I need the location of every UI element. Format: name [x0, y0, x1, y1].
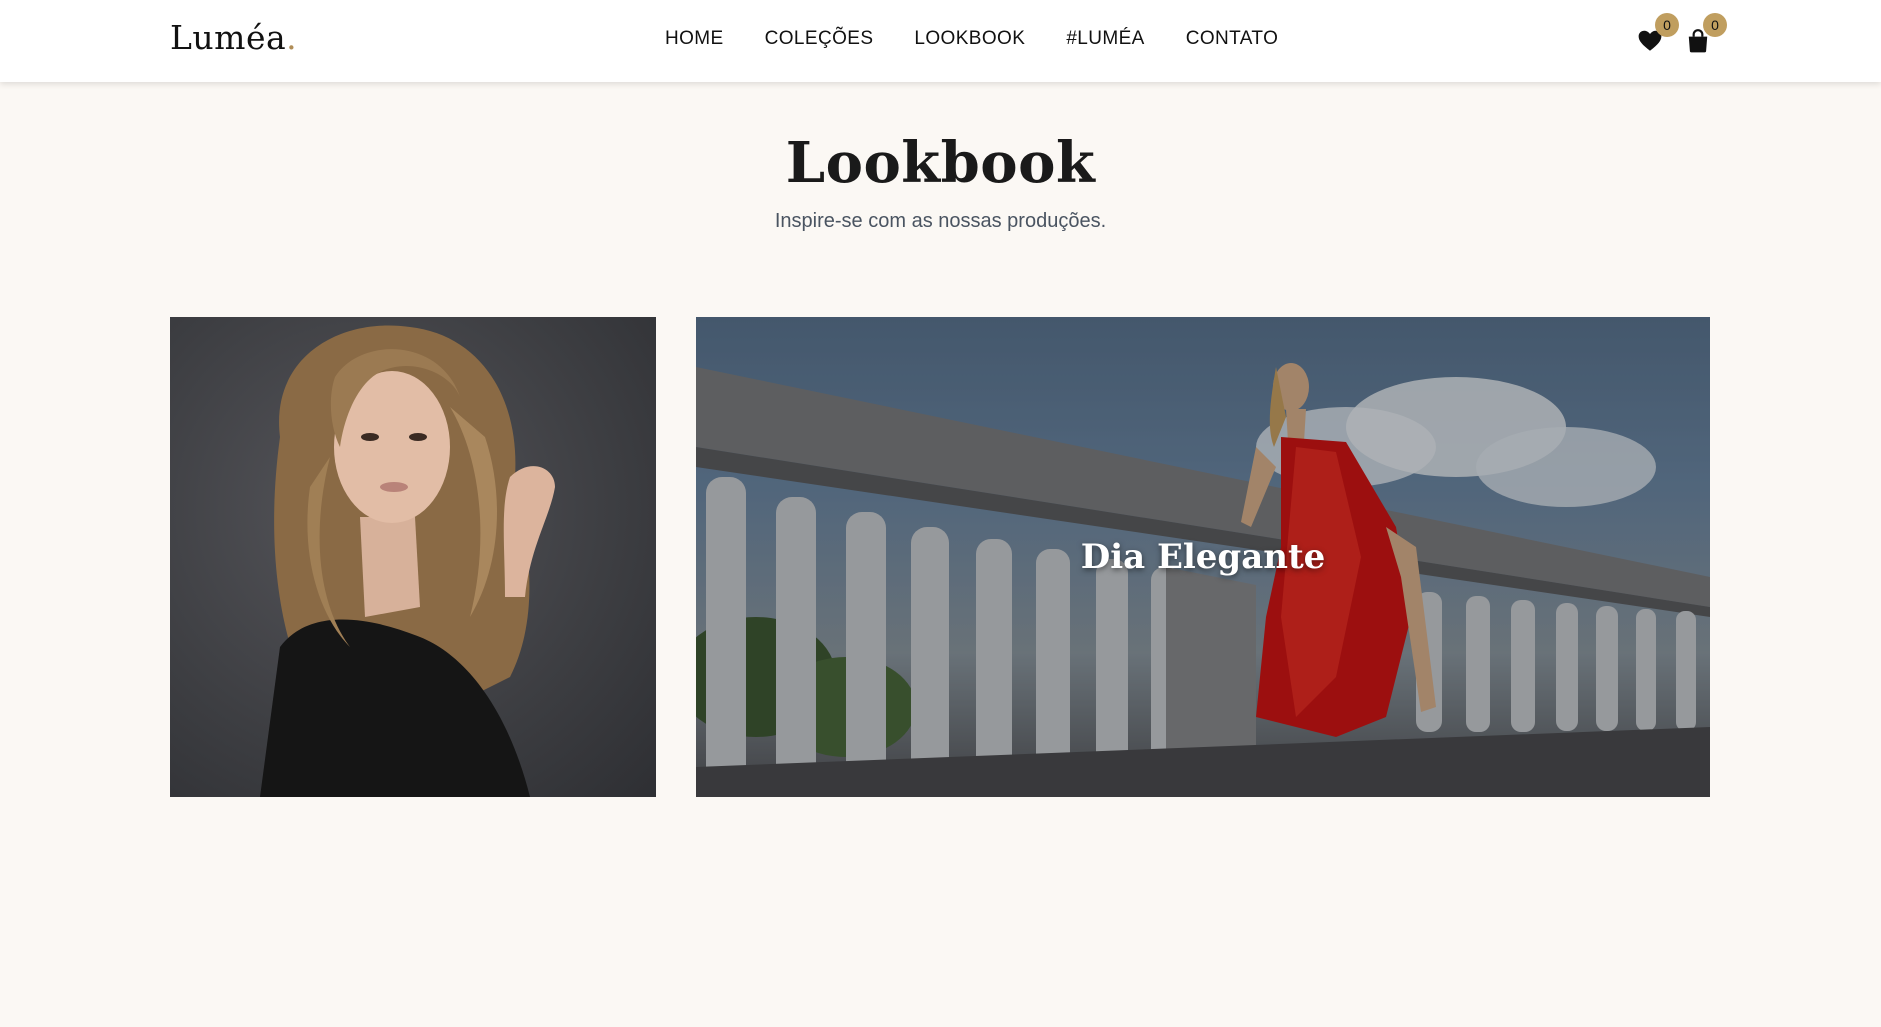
cart-button[interactable]: 0 [1685, 13, 1727, 54]
lookbook-card-portrait[interactable] [170, 317, 656, 797]
brand-logo[interactable]: Luméa. [170, 18, 297, 57]
wishlist-button[interactable]: 0 [1637, 13, 1679, 54]
wishlist-count-badge: 0 [1655, 13, 1679, 37]
main-nav: HOME COLEÇÕES LOOKBOOK #LUMÉA CONTATO [665, 28, 1278, 50]
site-header: Luméa. HOME COLEÇÕES LOOKBOOK #LUMÉA CON… [0, 0, 1881, 82]
page-title: Lookbook [785, 130, 1096, 196]
nav-colecoes[interactable]: COLEÇÕES [765, 28, 874, 50]
nav-contato[interactable]: CONTATO [1186, 28, 1279, 50]
logo-dot: . [286, 18, 298, 57]
cart-count-badge: 0 [1703, 13, 1727, 37]
portrait-image [260, 325, 555, 797]
lookbook-caption: Dia Elegante [1080, 537, 1326, 577]
nav-lookbook[interactable]: LOOKBOOK [914, 28, 1025, 50]
nav-home[interactable]: HOME [665, 28, 724, 50]
lookbook-card-dia-elegante[interactable]: Dia Elegante [696, 317, 1710, 797]
page-subtitle: Inspire-se com as nossas produções. [774, 210, 1107, 232]
logo-text: Luméa [170, 18, 287, 57]
nav-lumea[interactable]: #LUMÉA [1066, 28, 1144, 50]
